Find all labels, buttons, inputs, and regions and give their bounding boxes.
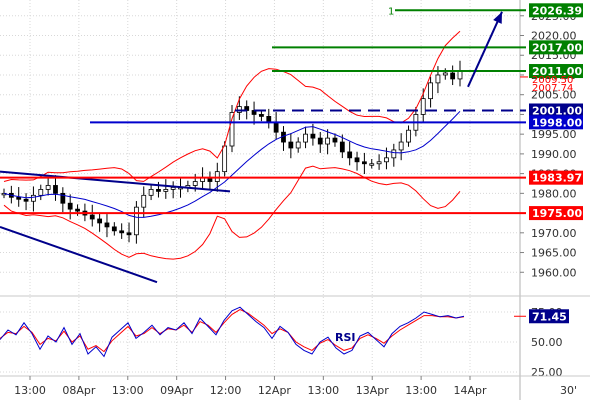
candle-body [384,157,389,163]
candle-body [339,141,345,153]
rsi-panel: 25.0050.0075.00RSI71.45 [0,306,569,379]
rsi-annotation: RSI [335,331,356,344]
level-tag-label: 2017.00 [532,41,582,54]
candle-body [398,141,404,151]
time-tick-label: 13Apr [356,384,390,397]
candle-body [23,198,29,202]
candle-body [288,141,294,149]
candle-body [38,189,44,196]
price-panel: 1960.001965.001970.001975.001980.001985.… [0,0,590,400]
level-tag-label: 1998.00 [532,116,582,129]
candle-body [119,230,125,234]
candle-body [295,141,301,149]
chart-root: 1960.001965.001970.001975.001980.001985.… [0,0,590,400]
projection-arrow-shaft [467,11,503,88]
price-tick-label: 1965.00 [531,247,577,260]
candle-body [156,189,161,192]
candle-body [273,121,279,133]
candle-body [89,214,95,220]
candle-body [222,145,228,173]
price-tick-label: 1995.00 [531,128,577,141]
price-tick-label: 1970.00 [531,227,577,240]
candle-body [163,189,169,192]
candle-body [104,222,110,228]
rsi-value-label: 71.45 [532,310,567,323]
candle-body [31,194,36,202]
time-tick-label: 14Apr [453,384,487,397]
time-tick-label: 13:00 [405,384,437,397]
candle-body [435,74,441,84]
timeframe-label: 30' [560,384,577,397]
candle-body [259,114,264,117]
candle-body [67,202,73,210]
candle-body [170,187,176,190]
candle-body [126,232,132,236]
candle-body [111,226,117,232]
candle-body [141,194,147,208]
candle-body [75,208,80,212]
rsi-line [0,309,465,353]
candle-body [450,72,456,80]
candle-body [133,206,139,236]
time-tick-label: 08Apr [62,384,96,397]
candle-body [391,149,397,159]
candle-body [97,218,103,224]
price-tick-label: 1960.00 [531,266,577,279]
candle-body [369,163,375,166]
time-tick-label: 12Apr [258,384,292,397]
level-marker-label: 1 [388,6,394,17]
candle-body [428,82,433,100]
candle-body [148,189,154,196]
candle-body [406,129,411,143]
candle-body [457,70,463,80]
candle-body [361,161,367,165]
rsi-tick-label: 50.00 [531,336,563,349]
candle-body [325,137,331,145]
candle-body [442,72,448,76]
time-tick-label: 12:00 [210,384,242,397]
time-tick-label: 13:00 [307,384,339,397]
candle-body [420,98,426,115]
candle-body [16,196,22,200]
candle-body [192,181,198,186]
rsi-tick-label: 25.00 [531,366,563,379]
time-tick-label: 13:00 [14,384,46,397]
price-tick-label: 1990.00 [531,148,577,161]
candle-body [347,151,353,159]
level-tag-label: 2026.39 [532,4,582,17]
candle-body [214,171,220,182]
candle-body [45,185,51,190]
level-tag-label: 1975.00 [532,207,582,220]
candle-body [332,137,338,143]
candle-body [354,157,360,163]
price-tick-label: 1980.00 [531,187,577,200]
time-tick-label: 13:00 [112,384,144,397]
current-price-label: 2007.74 [532,83,573,94]
candle-body [310,133,316,139]
candle-body [303,133,308,143]
candle-body [376,161,382,165]
time-axis: 13:00 08Apr 13:00 09Apr 12:00 12Apr 13:00 13Apr… [0,375,590,397]
candle-body [317,137,323,145]
candle-body [53,185,58,194]
level-tag-label: 1983.97 [532,172,582,185]
time-tick-label: 09Apr [160,384,194,397]
